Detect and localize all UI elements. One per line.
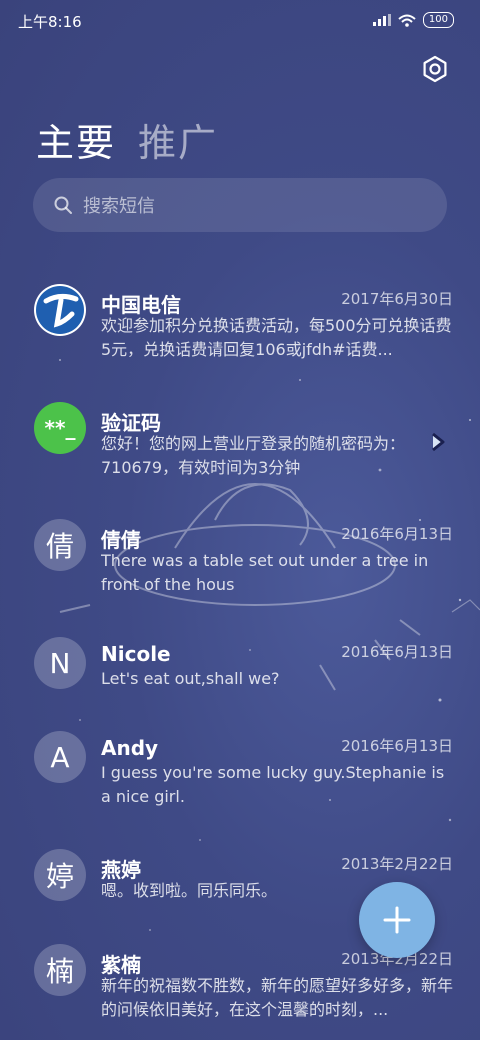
conversation-item[interactable]: 倩 倩倩 2016年6月13日 There was a table set ou…	[0, 519, 480, 599]
search-icon	[53, 195, 73, 215]
avatar: 楠	[34, 944, 86, 996]
plus-icon	[383, 906, 411, 934]
conversation-item[interactable]: **_ 验证码 您好！您的网上营业厅登录的随机密码为：710679，有效时间为3…	[0, 402, 480, 482]
search-placeholder: 搜索短信	[83, 196, 155, 217]
message-date: 2016年6月13日	[341, 737, 453, 755]
message-preview: There was a table set out under a tree i…	[101, 551, 429, 594]
avatar	[34, 284, 86, 336]
avatar: 倩	[34, 519, 86, 571]
avatar-text: 婷	[45, 860, 74, 893]
message-preview: 您好！您的网上营业厅登录的随机密码为：710679，有效时间为3分钟	[101, 434, 406, 477]
message-preview: 欢迎参加积分兑换话费活动，每500分可兑换话费5元，兑换话费请回复106或jfd…	[101, 316, 452, 359]
contact-name: Nicole	[101, 642, 171, 666]
tab-primary[interactable]: 主要	[36, 112, 116, 167]
avatar-text: N	[49, 646, 71, 680]
status-icons: 100	[372, 12, 454, 28]
message-date: 2017年6月30日	[341, 290, 453, 308]
conversation-item[interactable]: N Nicole 2016年6月13日 Let's eat out,shall …	[0, 637, 480, 697]
avatar-text: 倩	[45, 530, 74, 563]
message-date: 2016年6月13日	[341, 525, 453, 543]
chevron-right-icon[interactable]	[429, 431, 447, 453]
message-preview: I guess you're some lucky guy.Stephanie …	[101, 763, 445, 806]
search-bar[interactable]: 搜索短信	[33, 178, 447, 232]
new-message-button[interactable]	[359, 882, 435, 958]
status-time: 上午8:16	[18, 13, 82, 31]
conversation-item[interactable]: 中国电信 2017年6月30日 欢迎参加积分兑换话费活动，每500分可兑换话费5…	[0, 284, 480, 364]
status-bar: 上午8:16 100	[0, 0, 480, 44]
avatar-text: **_	[44, 416, 76, 440]
message-date: 2016年6月13日	[341, 643, 453, 661]
wifi-icon	[398, 14, 416, 27]
battery-indicator: 100	[422, 12, 454, 28]
signal-icon	[372, 14, 391, 26]
contact-name: Andy	[101, 736, 159, 760]
message-date: 2013年2月22日	[341, 855, 453, 873]
message-preview: Let's eat out,shall we?	[101, 669, 280, 688]
conversation-item[interactable]: A Andy 2016年6月13日 I guess you're some lu…	[0, 731, 480, 811]
avatar: A	[34, 731, 86, 783]
category-tabs: 主要 推广	[36, 112, 218, 167]
avatar-text: 楠	[45, 955, 74, 988]
message-preview: 新年的祝福数不胜数，新年的愿望好多好多，新年的问候依旧美好，在这个温馨的时刻，.…	[101, 976, 453, 1019]
avatar: **_	[34, 402, 86, 454]
avatar: 婷	[34, 849, 86, 901]
avatar: N	[34, 637, 86, 689]
china-telecom-logo	[36, 286, 84, 334]
gear-icon	[423, 55, 447, 83]
settings-button[interactable]	[418, 52, 452, 86]
tab-promotions[interactable]: 推广	[138, 112, 218, 167]
avatar-text: A	[50, 740, 70, 774]
